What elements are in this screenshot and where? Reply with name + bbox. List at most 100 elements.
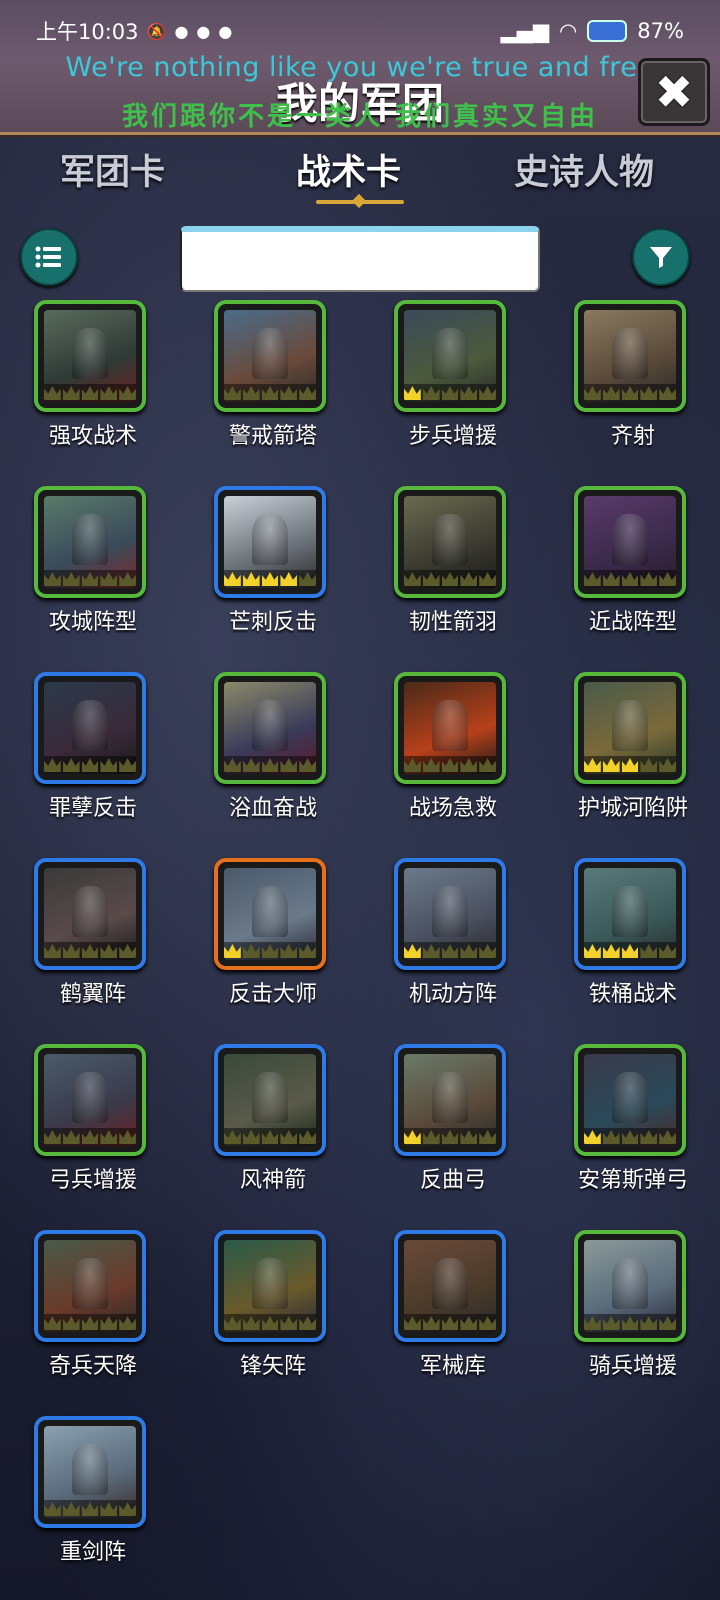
card-artwork <box>584 868 676 960</box>
status-time: 上午10:03 <box>36 20 139 44</box>
tactic-card[interactable]: 韧性箭羽 <box>394 486 512 636</box>
card-artwork <box>584 310 676 402</box>
crown-icon <box>81 944 99 958</box>
crown-icon <box>242 386 260 400</box>
tab-tactic-cards[interactable]: 战术卡 <box>296 144 401 195</box>
crown-icon <box>62 758 80 772</box>
tactic-card[interactable]: 弓兵增援 <box>34 1044 152 1194</box>
tactic-card[interactable]: 浴血奋战 <box>214 672 332 822</box>
tactic-card[interactable]: 骑兵增援 <box>574 1230 692 1380</box>
crown-icon <box>62 1130 80 1144</box>
card-frame-blue <box>574 858 686 970</box>
crown-icon <box>621 944 639 958</box>
crown-icon <box>100 1316 118 1330</box>
crown-icon <box>119 1502 136 1516</box>
crown-icon <box>81 386 99 400</box>
tactic-card[interactable]: 护城河陷阱 <box>574 672 692 822</box>
search-input[interactable] <box>180 226 540 292</box>
crown-icon <box>119 386 136 400</box>
card-name: 机动方阵 <box>408 982 497 1007</box>
top-header: 上午10:03 🔕 ● ● ● ▂▄▆ ◠ 87% We're nothing … <box>0 0 720 135</box>
card-artwork <box>404 310 496 402</box>
wifi-icon: ◠ <box>558 19 578 43</box>
crown-icon <box>44 1502 61 1516</box>
tactic-card[interactable]: 战场急救 <box>394 672 512 822</box>
tactic-card[interactable]: 攻城阵型 <box>34 486 152 636</box>
card-frame-blue <box>34 672 146 784</box>
card-artwork <box>404 682 496 774</box>
crown-icon <box>460 572 478 586</box>
card-star-level <box>584 570 676 588</box>
tactic-card[interactable]: 机动方阵 <box>394 858 512 1008</box>
tactic-card[interactable]: 锋矢阵 <box>214 1230 332 1380</box>
crown-icon <box>640 1316 658 1330</box>
crown-icon <box>81 1502 99 1516</box>
tab-legion-cards[interactable]: 军团卡 <box>60 144 165 195</box>
filter-button[interactable] <box>632 228 690 286</box>
list-icon <box>35 246 61 268</box>
card-artwork <box>224 1054 316 1146</box>
tactic-card[interactable]: 重剑阵 <box>34 1416 152 1566</box>
card-frame-green <box>394 672 506 784</box>
crown-icon <box>404 1130 421 1144</box>
crown-icon <box>261 386 279 400</box>
crown-icon <box>659 1130 676 1144</box>
crown-icon <box>299 1316 316 1330</box>
card-name: 锋矢阵 <box>239 1354 306 1379</box>
tactic-card[interactable]: 安第斯弹弓 <box>574 1044 692 1194</box>
card-name: 罪孽反击 <box>48 796 137 821</box>
card-artwork <box>44 310 136 402</box>
tactic-card[interactable]: 齐射 <box>574 300 692 450</box>
tactic-card[interactable]: 反击大师 <box>214 858 332 1008</box>
crown-icon <box>441 944 459 958</box>
crown-icon <box>602 1316 620 1330</box>
card-star-level <box>404 1128 496 1146</box>
crown-icon <box>261 572 279 586</box>
card-artwork <box>224 1240 316 1332</box>
tactic-card[interactable]: 步兵增援 <box>394 300 512 450</box>
card-name: 奇兵天降 <box>48 1354 137 1379</box>
crown-icon <box>422 944 440 958</box>
card-name: 军械库 <box>419 1354 486 1379</box>
tactic-card[interactable]: 反曲弓 <box>394 1044 512 1194</box>
tactic-card[interactable]: 近战阵型 <box>574 486 692 636</box>
tactic-card[interactable]: 芒刺反击 <box>214 486 332 636</box>
card-name: 护城河陷阱 <box>577 796 688 821</box>
card-name: 弓兵增援 <box>48 1168 137 1193</box>
card-star-level <box>404 942 496 960</box>
card-frame-blue <box>394 1044 506 1156</box>
tactic-card[interactable]: 军械库 <box>394 1230 512 1380</box>
card-artwork <box>224 868 316 960</box>
crown-icon <box>584 944 601 958</box>
tactic-card[interactable]: 鹤翼阵 <box>34 858 152 1008</box>
crown-icon <box>602 944 620 958</box>
card-star-level <box>404 756 496 774</box>
card-artwork <box>44 682 136 774</box>
crown-icon <box>242 1130 260 1144</box>
crown-icon <box>479 1130 496 1144</box>
lyric-chinese: 我们跟你不是一类人 我们真实又自由 <box>121 102 599 132</box>
crown-icon <box>44 572 61 586</box>
crown-icon <box>404 572 421 586</box>
list-view-button[interactable] <box>20 228 78 286</box>
tactic-card[interactable]: 风神箭 <box>214 1044 332 1194</box>
tactic-card[interactable]: 铁桶战术 <box>574 858 692 1008</box>
tactic-card[interactable]: 罪孽反击 <box>34 672 152 822</box>
tactic-card[interactable]: 警戒箭塔 <box>214 300 332 450</box>
crown-icon <box>621 1316 639 1330</box>
filter-icon <box>650 247 672 268</box>
tactic-card[interactable]: 强攻战术 <box>34 300 152 450</box>
crown-icon <box>44 944 61 958</box>
close-button[interactable]: ✖ <box>638 58 710 126</box>
tactic-card[interactable]: 奇兵天降 <box>34 1230 152 1380</box>
crown-icon <box>119 758 136 772</box>
crown-icon <box>100 1502 118 1516</box>
crown-icon <box>44 1316 61 1330</box>
tab-epic-characters[interactable]: 史诗人物 <box>514 144 654 195</box>
card-frame-blue <box>214 486 326 598</box>
crown-icon <box>422 1316 440 1330</box>
status-bar: 上午10:03 🔕 ● ● ● ▂▄▆ ◠ 87% <box>36 14 684 48</box>
card-frame-blue <box>34 1230 146 1342</box>
crown-icon <box>299 572 316 586</box>
crown-icon <box>404 1316 421 1330</box>
